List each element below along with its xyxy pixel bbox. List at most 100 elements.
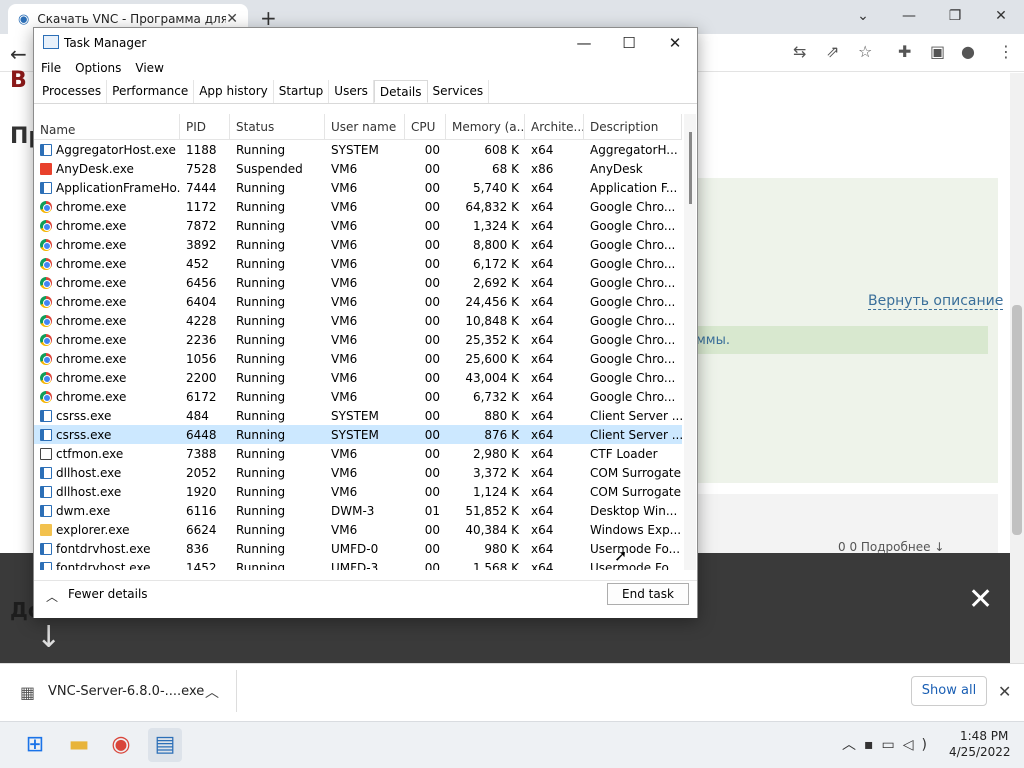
translate-icon[interactable]: ⇆: [793, 42, 806, 61]
file-explorer-icon[interactable]: ▬: [62, 728, 96, 762]
chrome-icon[interactable]: ◉: [104, 728, 138, 762]
download-bar-close-icon[interactable]: ✕: [998, 682, 1011, 701]
column-header-cpu[interactable]: CPU: [405, 114, 446, 139]
column-header-pid[interactable]: PID: [180, 114, 230, 139]
process-pid: 6624: [186, 522, 217, 537]
clock-time[interactable]: 1:48 PM: [960, 729, 1008, 743]
tab-users[interactable]: Users: [329, 80, 374, 103]
download-file-name[interactable]: VNC-Server-6.8.0-....exe: [48, 684, 204, 699]
process-cpu: 00: [424, 275, 440, 290]
table-row[interactable]: chrome.exe 2236 Running VM6 00 25,352 K x64 Goo…: [34, 330, 682, 349]
table-row[interactable]: chrome.exe 6456 Running VM6 00 2,692 K x64 Goog…: [34, 273, 682, 292]
side-panel-icon[interactable]: ▣: [930, 42, 945, 61]
table-row[interactable]: AggregatorHost.exe 1188 Running SYSTEM 00 608…: [34, 140, 682, 159]
details-scroll-thumb[interactable]: [689, 132, 692, 204]
process-cpu: 01: [424, 503, 440, 518]
tab-app-history[interactable]: App history: [194, 80, 274, 103]
menu-file[interactable]: File: [34, 58, 68, 80]
table-row[interactable]: fontdrvhost.exe 1452 Running UMFD-3 00 1,568 …: [34, 558, 682, 570]
down-arrow-icon: ↓: [36, 620, 62, 655]
back-button[interactable]: ←: [10, 42, 27, 66]
process-user: VM6: [331, 237, 358, 252]
restore-description-link[interactable]: Вернуть описание: [868, 293, 1004, 310]
table-row[interactable]: chrome.exe 1056 Running VM6 00 25,600 K x64 Goo…: [34, 349, 682, 368]
tab-close-icon[interactable]: ✕: [226, 11, 238, 27]
table-row[interactable]: AnyDesk.exe 7528 Suspended VM6 00 68 K x86 AnyD…: [34, 159, 682, 178]
extensions-icon[interactable]: ✚: [898, 42, 911, 61]
column-header-description[interactable]: Description: [584, 114, 682, 139]
process-architecture: x64: [531, 484, 554, 499]
notice-bar-text: ммы.: [696, 333, 731, 348]
tm-close-button[interactable]: ✕: [655, 33, 695, 55]
column-header-architecture[interactable]: Archite...: [525, 114, 584, 139]
tab-startup[interactable]: Startup: [274, 80, 330, 103]
chrome-process-icon: [40, 295, 52, 308]
table-row[interactable]: ctfmon.exe 7388 Running VM6 00 2,980 K x64 CTF …: [34, 444, 682, 463]
tm-maximize-button[interactable]: ☐: [609, 33, 649, 55]
menu-icon[interactable]: ⋮: [998, 42, 1014, 61]
page-scroll-thumb[interactable]: [1012, 305, 1022, 535]
clock-date[interactable]: 4/25/2022: [949, 745, 1011, 759]
process-user: VM6: [331, 370, 358, 385]
download-divider: [236, 670, 237, 712]
column-header-status[interactable]: Status: [230, 114, 325, 139]
menu-view[interactable]: View: [128, 58, 170, 80]
column-header-user[interactable]: User name: [325, 114, 405, 139]
table-row[interactable]: chrome.exe 1172 Running VM6 00 64,832 K x64 Goo…: [34, 197, 682, 216]
banner-close-icon[interactable]: ✕: [968, 582, 993, 617]
process-status: Running: [236, 237, 286, 252]
table-row[interactable]: chrome.exe 4228 Running VM6 00 10,848 K x64 Goo…: [34, 311, 682, 330]
chevron-up-icon[interactable]: ︿: [46, 588, 58, 605]
process-name-text: dwm.exe: [56, 503, 111, 518]
tm-minimize-button[interactable]: —: [564, 33, 604, 55]
tab-processes[interactable]: Processes: [37, 80, 108, 103]
table-row[interactable]: chrome.exe 6172 Running VM6 00 6,732 K x64 Goog…: [34, 387, 682, 406]
table-row[interactable]: dwm.exe 6116 Running DWM-3 01 51,852 K x64 Desk…: [34, 501, 682, 520]
system-tray[interactable]: ︿▪▭◁): [842, 734, 935, 754]
menu-options[interactable]: Options: [68, 58, 128, 80]
windows-start-icon[interactable]: ⊞: [18, 728, 52, 762]
table-row[interactable]: explorer.exe 6624 Running VM6 00 40,384 K x64 W…: [34, 520, 682, 539]
minimize-button[interactable]: —: [886, 4, 932, 30]
table-row[interactable]: chrome.exe 6404 Running VM6 00 24,456 K x64 Goo…: [34, 292, 682, 311]
generic-process-icon: [40, 485, 52, 498]
show-all-button[interactable]: Show all: [911, 676, 987, 706]
tab-performance[interactable]: Performance: [107, 80, 195, 103]
table-row[interactable]: chrome.exe 452 Running VM6 00 6,172 K x64 Googl…: [34, 254, 682, 273]
profile-icon[interactable]: ●: [961, 42, 975, 61]
table-row[interactable]: ApplicationFrameHo... 7444 Running VM6 00 5,7…: [34, 178, 682, 197]
chrome-process-icon: [40, 333, 52, 346]
details-table: Name PID Status User name CPU Memory (a.…: [34, 114, 682, 570]
share-icon[interactable]: ⇗: [826, 42, 839, 61]
table-row[interactable]: chrome.exe 3892 Running VM6 00 8,800 K x64 Goog…: [34, 235, 682, 254]
close-button[interactable]: ✕: [978, 4, 1024, 30]
bookmark-star-icon[interactable]: ☆: [858, 42, 872, 61]
table-row[interactable]: fontdrvhost.exe 836 Running UMFD-0 00 980 K x6…: [34, 539, 682, 558]
process-name-text: fontdrvhost.exe: [56, 560, 151, 571]
table-row[interactable]: chrome.exe 7872 Running VM6 00 1,324 K x64 Goog…: [34, 216, 682, 235]
process-cpu: 00: [424, 256, 440, 271]
task-manager-taskbar-icon[interactable]: ▤: [148, 728, 182, 762]
process-architecture: x64: [531, 370, 554, 385]
votes-row[interactable]: 0 0 Подробнее ↓: [838, 540, 944, 554]
column-header-name[interactable]: Name: [34, 114, 180, 139]
generic-process-icon: [40, 561, 52, 570]
globe-icon: ◉: [18, 11, 30, 27]
restore-button[interactable]: ❐: [932, 4, 978, 30]
table-row[interactable]: dllhost.exe 2052 Running VM6 00 3,372 K x64 COM…: [34, 463, 682, 482]
process-name-text: chrome.exe: [56, 351, 127, 366]
process-user: VM6: [331, 218, 358, 233]
table-row[interactable]: chrome.exe 2200 Running VM6 00 43,004 K x64 Goo…: [34, 368, 682, 387]
tab-details[interactable]: Details: [373, 80, 428, 103]
chevron-up-icon[interactable]: ︿: [205, 682, 219, 702]
fewer-details-button[interactable]: Fewer details: [68, 587, 148, 601]
tab-search-icon[interactable]: ⌄: [840, 4, 886, 30]
process-name-text: csrss.exe: [56, 408, 112, 423]
end-task-button[interactable]: End task: [607, 583, 689, 605]
table-row[interactable]: dllhost.exe 1920 Running VM6 00 1,124 K x64 COM…: [34, 482, 682, 501]
table-row[interactable]: csrss.exe 6448 Running SYSTEM 00 876 K x64 Clie…: [34, 425, 682, 444]
column-header-memory[interactable]: Memory (a...: [446, 114, 525, 139]
process-status: Suspended: [236, 161, 303, 176]
tab-services[interactable]: Services: [428, 80, 490, 103]
table-row[interactable]: csrss.exe 484 Running SYSTEM 00 880 K x64 Clien…: [34, 406, 682, 425]
